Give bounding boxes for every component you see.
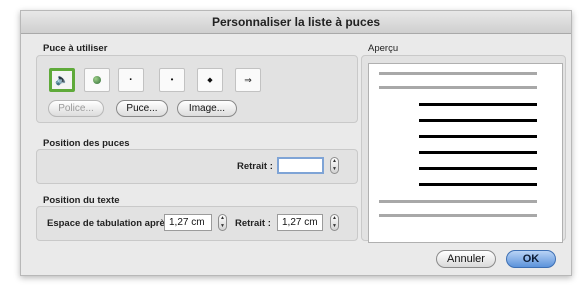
preview-label: Aperçu [368,43,399,54]
small-dot-bullet-icon: · [129,73,133,86]
bullet-option-small-dot[interactable]: · [118,68,144,92]
bullets-section-label: Puce à utiliser [43,43,108,54]
font-button[interactable]: Police... [48,100,104,117]
arrow-bullet-icon: ⇒ [244,74,252,85]
dot-bullet-icon: • [170,75,174,84]
preview-gray-line [379,214,537,217]
stepper-up-icon: ▲ [332,215,337,222]
stepper-down-icon: ▼ [332,222,337,229]
text-indent-label: Retrait : [235,218,271,229]
green-ball-bullet-icon [93,76,101,84]
speaker-bullet-icon: 🔈 [55,73,69,86]
diamond-bullet-icon: ◆ [207,76,213,84]
bullet-position-group: Retrait : ▲ ▼ [36,149,358,184]
text-position-group: Espace de tabulation après : ▲ ▼ Retrait… [36,206,358,241]
bullet-button[interactable]: Puce... [116,100,168,117]
tab-spacing-stepper[interactable]: ▲ ▼ [218,214,227,231]
stepper-down-icon: ▼ [220,222,225,229]
preview-gray-line [379,72,537,75]
bullet-indent-stepper[interactable]: ▲ ▼ [330,157,339,174]
text-indent-stepper[interactable]: ▲ ▼ [330,214,339,231]
preview-pane [368,63,563,243]
bullet-option-diamond[interactable]: ◆ [197,68,223,92]
dialog-title: Personnaliser la liste à puces [21,11,571,34]
preview-bullet-line [419,119,537,122]
preview-bullet-line [419,167,537,170]
image-button[interactable]: Image... [177,100,237,117]
customize-bullet-list-dialog: Personnaliser la liste à puces Puce à ut… [20,10,572,276]
bullets-group: 🔈 · • ◆ ⇒ Police... Puce... Image... [36,55,358,123]
bullet-indent-field[interactable] [277,157,324,174]
text-position-label: Position du texte [43,195,120,206]
stepper-up-icon: ▲ [220,215,225,222]
bullet-option-arrow[interactable]: ⇒ [235,68,261,92]
text-indent-field[interactable] [277,214,323,231]
bullet-option-green-ball[interactable] [84,68,110,92]
stepper-up-icon: ▲ [332,158,337,165]
preview-gray-line [379,86,537,89]
stepper-down-icon: ▼ [332,165,337,172]
bullet-option-dot[interactable]: • [159,68,185,92]
preview-gray-line [379,200,537,203]
preview-bullet-line [419,183,537,186]
bullet-option-speaker[interactable]: 🔈 [49,68,75,92]
preview-bullet-line [419,135,537,138]
preview-bullet-line [419,151,537,154]
tab-spacing-field[interactable] [164,214,212,231]
bullet-position-label: Position des puces [43,138,130,149]
cancel-button[interactable]: Annuler [436,250,496,268]
preview-bullet-line [419,103,537,106]
ok-button[interactable]: OK [506,250,556,268]
tab-spacing-label: Espace de tabulation après : [47,218,176,229]
bullet-indent-label: Retrait : [237,161,273,172]
